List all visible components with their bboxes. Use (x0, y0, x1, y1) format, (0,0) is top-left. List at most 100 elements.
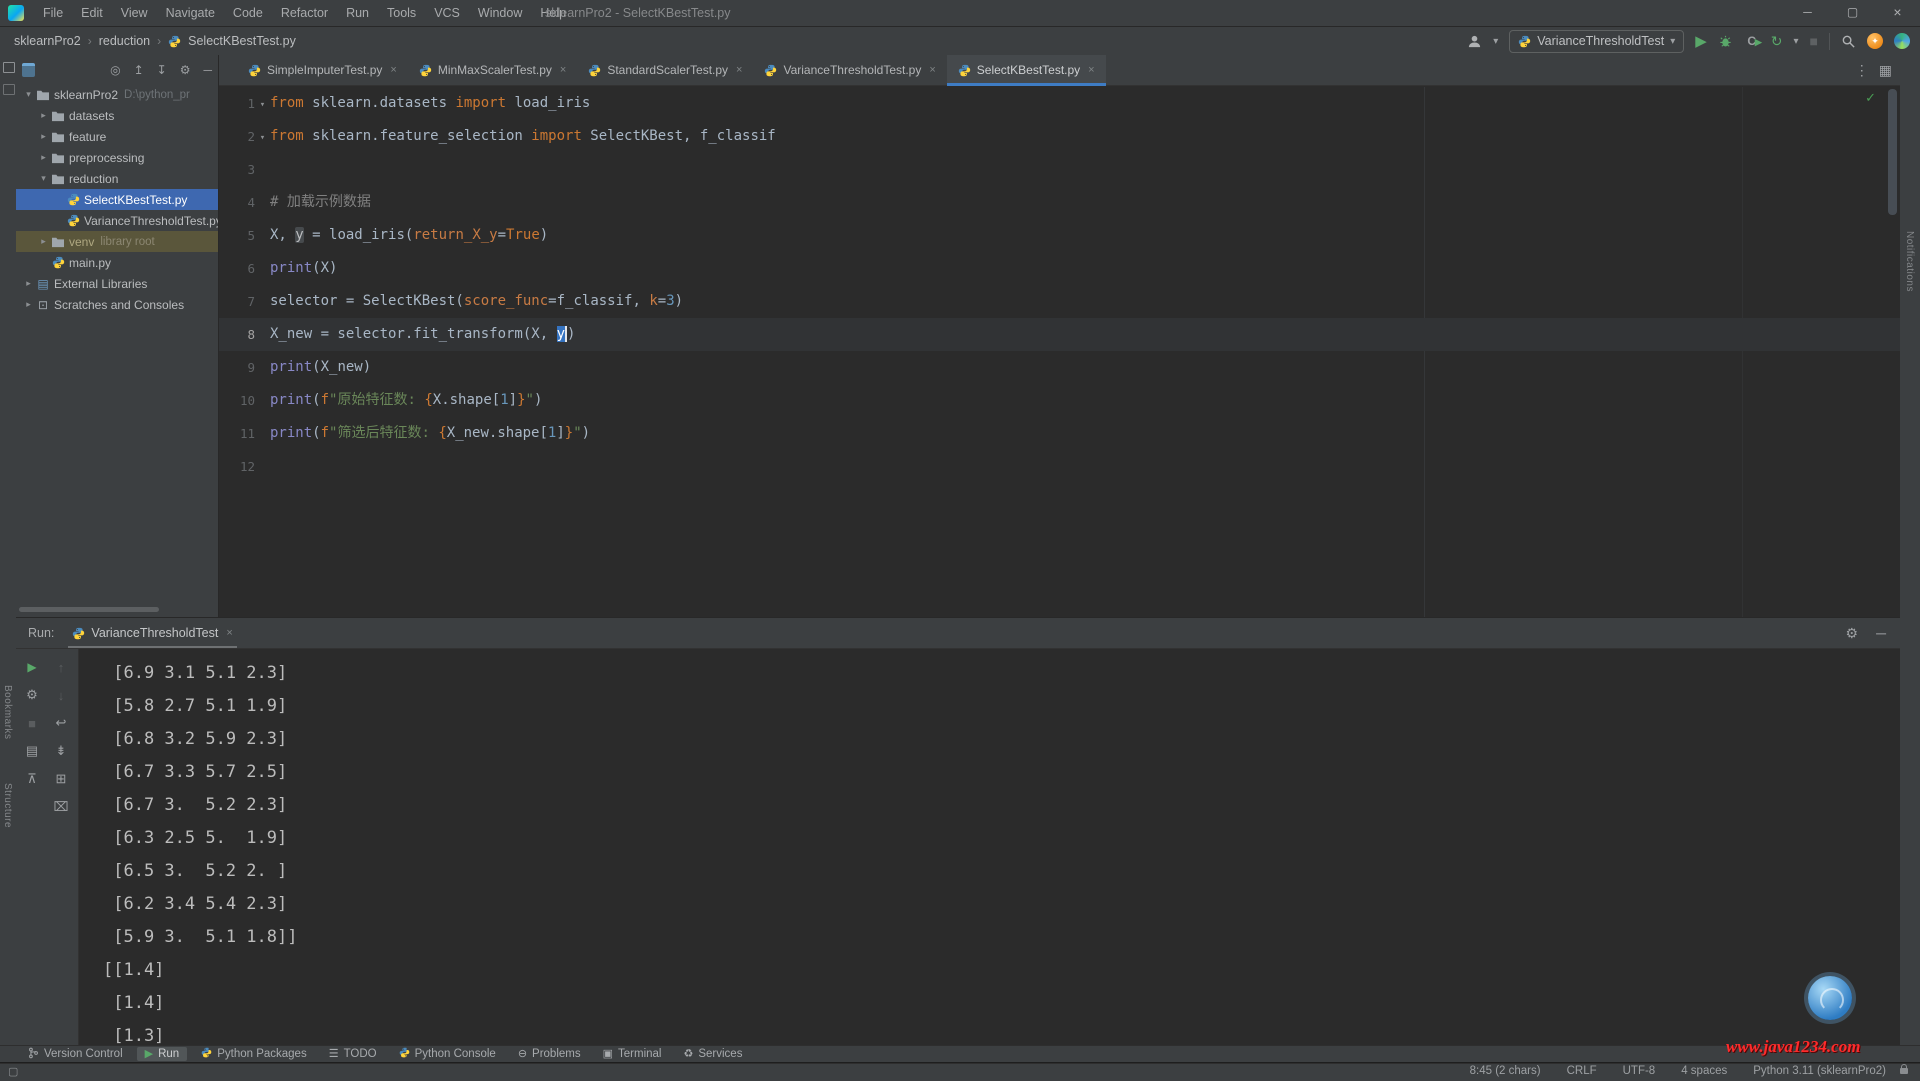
breadcrumb-item-sklearnpro2[interactable]: sklearnPro2 (14, 34, 81, 48)
line-number[interactable]: 7 (219, 285, 255, 318)
chevron-right-icon[interactable]: ▸ (37, 131, 50, 142)
toolwindow-button-python-console[interactable]: Python Console (391, 1046, 504, 1062)
plugin-sphere-icon[interactable] (1894, 33, 1910, 49)
hide-panel-icon[interactable]: ─ (203, 64, 212, 76)
tree-item-main-py[interactable]: main.py (16, 252, 218, 273)
menu-window[interactable]: Window (469, 0, 531, 26)
edit-configuration-icon[interactable]: ⚙ (22, 685, 42, 705)
chevron-down-icon[interactable]: ▾ (37, 173, 50, 184)
pin-tab-icon[interactable]: ⊼ (22, 769, 42, 789)
line-number[interactable]: 11 (219, 417, 255, 450)
stop-button[interactable]: ■ (22, 713, 42, 733)
user-profile-icon[interactable] (1467, 34, 1482, 49)
breadcrumb-item-reduction[interactable]: reduction (99, 34, 150, 48)
background-tasks-icon[interactable]: ▢ (8, 1065, 18, 1078)
editor-scrollbar[interactable] (1888, 89, 1897, 215)
tree-item-variancethresholdtest-py[interactable]: VarianceThresholdTest.py (16, 210, 218, 231)
close-icon[interactable]: × (226, 627, 232, 639)
run-settings-icon[interactable]: ⚙ (1846, 626, 1859, 640)
more-options-icon[interactable]: ⋮ (1855, 63, 1869, 77)
restore-layout-icon[interactable]: ▤ (22, 741, 42, 761)
tree-item-scratches-and-consoles[interactable]: ▸⊡Scratches and Consoles (16, 294, 218, 315)
close-icon[interactable]: × (1088, 64, 1094, 76)
toolwindow-button-terminal[interactable]: ▣Terminal (595, 1047, 670, 1061)
close-button[interactable]: × (1875, 0, 1920, 26)
line-number[interactable]: 12 (219, 450, 255, 483)
collapse-all-icon[interactable]: ↥ (134, 64, 144, 76)
profiler-button[interactable]: ↻ (1771, 34, 1783, 48)
panel-settings-icon[interactable]: ⚙ (180, 64, 191, 76)
line-number[interactable]: 10 (219, 384, 255, 417)
chevron-right-icon[interactable]: ▸ (22, 299, 35, 310)
tree-item-reduction[interactable]: ▾reduction (16, 168, 218, 189)
menu-vcs[interactable]: VCS (425, 0, 469, 26)
toolwindow-button-todo[interactable]: ☰TODO (321, 1047, 385, 1061)
soft-wrap-icon[interactable]: ↩ (51, 713, 71, 733)
menu-code[interactable]: Code (224, 0, 272, 26)
editor-tab-minmaxscalertest-py[interactable]: MinMaxScalerTest.py× (408, 55, 577, 85)
stop-button[interactable]: ■ (1810, 34, 1818, 48)
toolwindow-button-version-control[interactable]: Version Control (20, 1046, 131, 1063)
chevron-right-icon[interactable]: ▸ (37, 152, 50, 163)
commit-stripe-icon[interactable] (3, 84, 15, 95)
tree-item-datasets[interactable]: ▸datasets (16, 105, 218, 126)
tree-item-feature[interactable]: ▸feature (16, 126, 218, 147)
maximize-button[interactable]: ▢ (1830, 0, 1875, 26)
clear-all-icon[interactable]: ⌧ (51, 797, 71, 817)
chevron-right-icon[interactable]: ▸ (22, 278, 35, 289)
plugin-orange-icon[interactable]: ✦ (1867, 33, 1883, 49)
chevron-down-icon[interactable]: ▾ (22, 89, 35, 100)
editor-tab-selectkbesttest-py[interactable]: SelectKBestTest.py× (947, 55, 1106, 85)
tree-item-external-libraries[interactable]: ▸▤External Libraries (16, 273, 218, 294)
status-python-3-11-sklearnpro2[interactable]: Python 3.11 (sklearnPro2) (1753, 1065, 1886, 1077)
locate-file-icon[interactable]: ◎ (110, 64, 120, 76)
line-number[interactable]: 6 (219, 252, 255, 285)
tree-item-preprocessing[interactable]: ▸preprocessing (16, 147, 218, 168)
rerun-button[interactable]: ▶ (22, 657, 42, 677)
editor-tab-standardscalertest-py[interactable]: StandardScalerTest.py× (577, 55, 753, 85)
toolwindow-button-python-packages[interactable]: Python Packages (193, 1046, 315, 1062)
status-utf-8[interactable]: UTF-8 (1623, 1065, 1656, 1077)
fold-icon[interactable]: ▾ (255, 122, 270, 155)
chevron-right-icon[interactable]: ▸ (37, 236, 50, 247)
menu-file[interactable]: File (34, 0, 72, 26)
status-8-45-2-chars[interactable]: 8:45 (2 chars) (1470, 1065, 1541, 1077)
project-horizontal-scrollbar[interactable] (19, 607, 159, 612)
down-stack-trace-icon[interactable]: ↓ (51, 685, 71, 705)
stripe-label-notifications[interactable]: Notifications (1904, 231, 1915, 292)
line-number[interactable]: 8 (219, 318, 255, 351)
line-number[interactable]: 2 (219, 120, 255, 153)
tree-item-venv[interactable]: ▸venvlibrary root (16, 231, 218, 252)
tree-item-selectkbesttest-py[interactable]: SelectKBestTest.py (16, 189, 218, 210)
floating-assistant-badge[interactable] (1808, 976, 1852, 1020)
minimize-button[interactable]: ─ (1785, 0, 1830, 26)
run-with-coverage-button[interactable]: C▶ (1744, 33, 1760, 49)
editor-tab-variancethresholdtest-py[interactable]: VarianceThresholdTest.py× (753, 55, 946, 85)
run-console-tab[interactable]: VarianceThresholdTest × (68, 618, 236, 648)
menu-refactor[interactable]: Refactor (272, 0, 337, 26)
inspections-ok-icon[interactable]: ✓ (1865, 90, 1876, 106)
status-4-spaces[interactable]: 4 spaces (1681, 1065, 1727, 1077)
line-number[interactable]: 5 (219, 219, 255, 252)
user-caret-icon[interactable]: ▾ (1493, 36, 1498, 47)
menu-navigate[interactable]: Navigate (157, 0, 224, 26)
editor-tab-simpleimputertest-py[interactable]: SimpleImputerTest.py× (237, 55, 408, 85)
menu-run[interactable]: Run (337, 0, 378, 26)
toolwindow-button-services[interactable]: ♻Services (675, 1047, 750, 1061)
close-icon[interactable]: × (560, 64, 566, 76)
stripe-label-structure[interactable]: Structure (2, 783, 13, 828)
profiler-caret-icon[interactable]: ▾ (1794, 36, 1799, 47)
toolwindow-button-problems[interactable]: ⊖Problems (510, 1047, 589, 1061)
debug-button[interactable] (1718, 34, 1733, 49)
project-stripe-icon[interactable] (3, 62, 15, 73)
run-configuration-select[interactable]: VarianceThresholdTest ▾ (1509, 30, 1684, 53)
fold-icon[interactable]: ▾ (255, 89, 270, 122)
up-stack-trace-icon[interactable]: ↑ (51, 657, 71, 677)
search-everywhere-icon[interactable] (1841, 34, 1856, 49)
status-crlf[interactable]: CRLF (1567, 1065, 1597, 1077)
close-icon[interactable]: × (390, 64, 396, 76)
line-number[interactable]: 4 (219, 186, 255, 219)
chevron-right-icon[interactable]: ▸ (37, 110, 50, 121)
print-icon[interactable]: ⊞ (51, 769, 71, 789)
menu-edit[interactable]: Edit (72, 0, 112, 26)
